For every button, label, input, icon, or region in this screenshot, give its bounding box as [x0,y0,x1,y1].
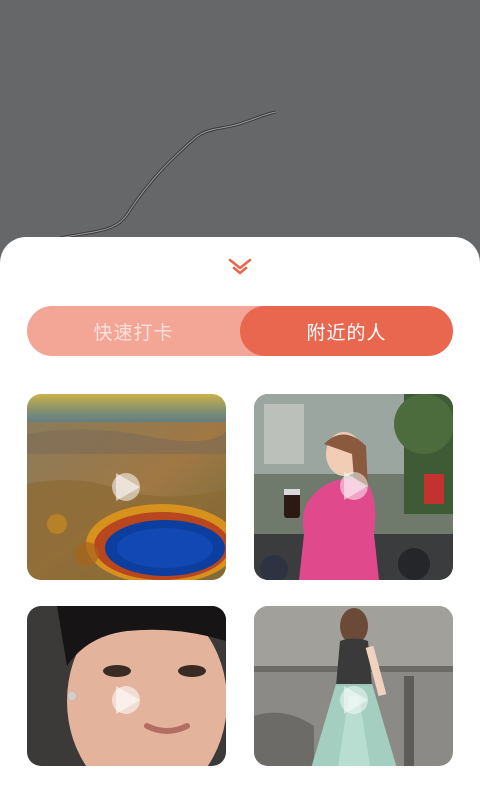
tab-nearby-people[interactable]: 附近的人 [240,306,453,356]
app-screen: 快速打卡 附近的人 [0,0,480,800]
collapse-sheet-button[interactable] [224,255,256,279]
video-card-autumn-lake[interactable] [27,394,226,580]
chevron-double-down-icon [228,258,252,275]
tab-quick-checkin[interactable]: 快速打卡 [27,306,240,356]
video-card-tulle-skirt[interactable] [254,606,453,766]
map-route-background[interactable] [0,0,480,260]
video-card-pink-jacket[interactable] [254,394,453,580]
play-icon [112,686,140,714]
bottom-sheet: 快速打卡 附近的人 [0,237,480,800]
mode-toggle: 快速打卡 附近的人 [27,306,453,356]
video-card-portrait[interactable] [27,606,226,766]
play-icon [340,472,368,500]
play-icon [112,473,140,501]
play-icon [340,686,368,714]
